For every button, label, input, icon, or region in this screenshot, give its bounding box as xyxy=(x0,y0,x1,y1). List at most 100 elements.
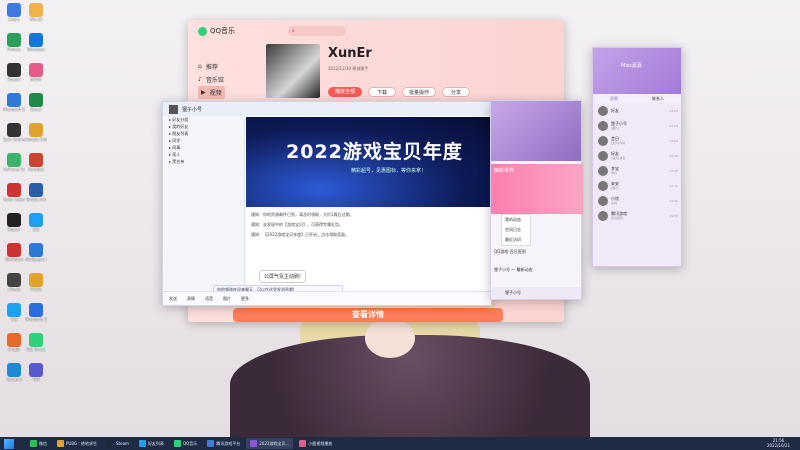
list-item[interactable]: 好友 13:05 xyxy=(593,103,681,118)
sidebar-group[interactable]: ▸ 我的好友 xyxy=(163,123,244,130)
desktop-icon[interactable]: Steam xyxy=(3,63,25,82)
desktop-icon[interactable]: QQ xyxy=(3,303,25,322)
desktop-icon-label: QQ xyxy=(10,317,18,322)
taskbar-item[interactable]: PUBG : 绝地求生 xyxy=(53,438,101,449)
desktop-icon[interactable]: GeForce Experience xyxy=(3,153,25,172)
desktop-icon[interactable]: Google Chrome xyxy=(25,123,47,142)
desktop-icon-label: Battle.net xyxy=(26,197,46,202)
desktop-icon[interactable]: TIM xyxy=(25,363,47,382)
clock[interactable]: 21:56 2022/10/21 xyxy=(767,438,790,448)
desktop-icon[interactable]: uTools xyxy=(3,273,25,292)
chat-tool-button[interactable]: 语音 xyxy=(205,296,213,302)
music-nav-recommend[interactable]: ⌂ 推荐 xyxy=(198,60,225,73)
taskbar-item[interactable]: 微信 xyxy=(26,438,51,449)
taskbar-item[interactable]: QQ音乐 xyxy=(170,438,201,449)
friends-user-name: Miss嘉嘉 xyxy=(621,63,642,69)
desktop-icon-label: bilibili xyxy=(30,77,42,82)
desktop-icon[interactable]: Origin xyxy=(3,333,25,352)
game-chat-window[interactable]: 狸子小号 ▸ 好友分组 ▸ 我的好友 ▸ 朋友列表 ▸ 同学 ▸ 同事 ▸ 家人 ▸ 黑名单… xyxy=(162,101,492,306)
desktop-icon[interactable]: Acrobat xyxy=(25,153,47,172)
list-item[interactable]: 腾讯游戏 活动通知 11:58 xyxy=(593,208,681,223)
panel-game-banner[interactable]: 精彩世界 xyxy=(491,164,583,214)
desktop-icon[interactable]: QQ Music xyxy=(25,333,47,352)
music-nav: ⌂ 推荐 ♪ 音乐馆 ▶ 视频 xyxy=(198,60,225,99)
desktop-icon[interactable]: Wallpaper Engine xyxy=(25,243,47,262)
tab-messages[interactable]: 消息 xyxy=(610,94,618,103)
ad-details-button[interactable]: 查看详情 xyxy=(233,308,503,322)
music-search-input[interactable]: ⌕ xyxy=(288,26,346,36)
desktop-icon[interactable]: Steam xyxy=(3,213,25,232)
panel-menu-item[interactable]: 我的动态 xyxy=(502,215,530,225)
desktop-icon[interactable]: QQ xyxy=(25,213,47,232)
share-button[interactable]: 分享 xyxy=(442,87,470,97)
taskbar-item[interactable]: 小鹿视频播放 xyxy=(295,438,336,449)
desktop-icon[interactable]: Win10 xyxy=(25,3,47,22)
taskbar-item[interactable]: 2022游戏宝贝... xyxy=(246,438,294,449)
music-nav-video[interactable]: ▶ 视频 xyxy=(198,86,225,99)
taskbar-item[interactable]: Steam xyxy=(103,438,133,449)
taskbar-items: 微信 PUBG : 绝地求生 Steam 好友列表 QQ音乐 腾讯游戏平台 2022游戏宝贝… xyxy=(26,438,336,449)
list-item[interactable]: 小欣 在吗 12:20 xyxy=(593,193,681,208)
sidebar-group[interactable]: ▸ 同事 xyxy=(163,144,244,151)
tab-contacts[interactable]: 联系人 xyxy=(652,94,664,103)
chat-tool-button[interactable]: 更多 xyxy=(241,296,249,302)
panel-menu-item[interactable]: 空间日志 xyxy=(502,225,530,235)
artist-desc: 2012/12/30 原创歌手 xyxy=(328,66,369,71)
list-item[interactable]: 李宝 你好 12:40 xyxy=(593,163,681,178)
desktop-icon[interactable]: Microsoft Edge xyxy=(3,93,25,112)
chat-bubble: 公屏气氛主动刷! xyxy=(259,270,307,283)
friend-last-message: [文件]你好 xyxy=(611,140,626,145)
taskbar-item[interactable]: 好友列表 xyxy=(135,438,168,449)
artist-name: XunEr xyxy=(328,46,372,61)
list-item[interactable]: 安安 [图片] 12:31 xyxy=(593,178,681,193)
sidebar-group[interactable]: ▸ 好友分组 xyxy=(163,116,244,123)
friend-text: 狸子小号 [图片] xyxy=(611,121,666,131)
desktop-icon[interactable]: Tencent xyxy=(3,363,25,382)
event-banner[interactable]: 2022游戏宝贝年度 精彩超号，见惠图标，等你来拿！ xyxy=(246,117,492,207)
desktop-icon-label: TIM xyxy=(32,377,40,382)
app-icon xyxy=(207,440,215,447)
chat-tool-button[interactable]: 发送 xyxy=(169,296,177,302)
friend-last-message: [图片] xyxy=(611,185,620,190)
chat-tool-button[interactable]: 表情 xyxy=(187,296,195,302)
list-item[interactable]: 昔日 [文件]你好 13:02 xyxy=(593,133,681,148)
chat-tool-button[interactable]: 图片 xyxy=(223,296,231,302)
app-icon xyxy=(29,93,43,107)
taskbar-item[interactable]: 腾讯游戏平台 xyxy=(203,438,244,449)
play-all-button[interactable]: 播放全部 xyxy=(328,87,362,97)
music-nav-library[interactable]: ♪ 音乐馆 xyxy=(198,73,225,86)
desktop-icon[interactable]: Microsoft Store xyxy=(25,303,47,322)
desktop-icon[interactable]: PUBG xyxy=(25,273,47,292)
panel-feed-item[interactable]: QQ游戏-百日签到 xyxy=(494,249,580,254)
sidebar-group[interactable]: ▸ 朋友列表 xyxy=(163,130,244,137)
sidebar-group[interactable]: ▸ 同学 xyxy=(163,137,244,144)
panel-game-label: 精彩世界 xyxy=(494,168,515,174)
taskbar-item-label: PUBG : 绝地求生 xyxy=(66,441,98,446)
start-icon[interactable] xyxy=(4,438,14,449)
panel-feed-item[interactable]: 狸子小号 — 最新动态 xyxy=(494,267,580,272)
desktop-icon[interactable]: Battle.net xyxy=(25,183,47,202)
space-panel[interactable]: 精彩世界 我的动态 空间日志 最近访问 QQ游戏-百日签到 狸子小号 — 最新动… xyxy=(490,100,583,300)
desktop-icon[interactable]: Apex Legends xyxy=(3,183,25,202)
taskbar-item-label: 好友列表 xyxy=(147,441,164,446)
desktop-icon[interactable]: WeGame xyxy=(3,243,25,262)
desktop-icons: Users Win10 Photos Windows Steam bilibili Micr… xyxy=(0,0,50,437)
desktop-icon[interactable]: Users xyxy=(3,3,25,22)
friends-window[interactable]: Miss嘉嘉 消息 联系人 好友 13:05 狸子小号 [图片] 13:04 昔日 [文件]… xyxy=(592,47,682,267)
desktop-icon[interactable]: Photos xyxy=(3,33,25,52)
list-item[interactable]: 好友 [语音]消息 12:49 xyxy=(593,148,681,163)
batch-button[interactable]: 批量操作 xyxy=(402,87,436,97)
desktop-icon[interactable]: bilibili xyxy=(25,63,47,82)
desktop-icon-label: Microsoft Store xyxy=(25,317,47,322)
desktop-icon[interactable]: Excel xyxy=(25,93,47,112)
desktop-icon[interactable]: Windows xyxy=(25,33,47,52)
list-item[interactable]: 狸子小号 [图片] 13:04 xyxy=(593,118,681,133)
sidebar-group[interactable]: ▸ 黑名单 xyxy=(163,158,244,165)
sidebar-group[interactable]: ▸ 家人 xyxy=(163,151,244,158)
taskbar-item-label: 微信 xyxy=(39,441,47,446)
app-icon xyxy=(7,363,21,377)
friend-text: 小欣 在吗 xyxy=(611,196,666,206)
panel-menu-item[interactable]: 最近访问 xyxy=(502,235,530,245)
download-button[interactable]: 下载 xyxy=(368,87,396,97)
desktop-icon[interactable]: Epic Games Launcher xyxy=(3,123,25,142)
